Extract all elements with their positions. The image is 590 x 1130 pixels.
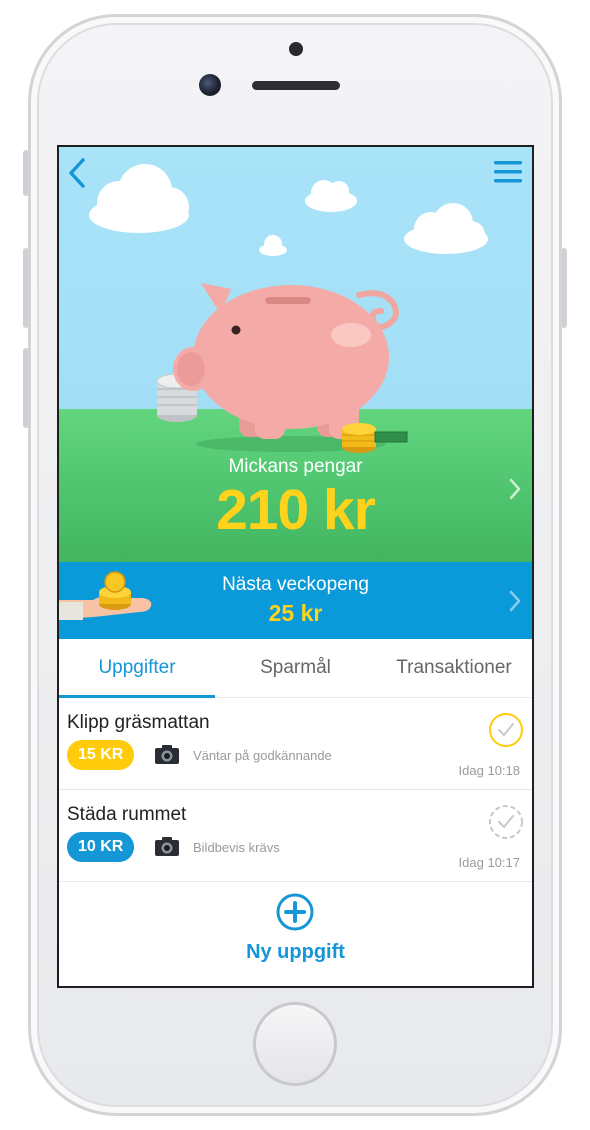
tab-uppgifter[interactable]: Uppgifter — [59, 639, 215, 698]
chevron-right-icon[interactable] — [507, 477, 523, 501]
allowance-title: Nästa veckopeng — [222, 574, 369, 595]
tab-transaktioner[interactable]: Transaktioner — [376, 639, 532, 698]
front-camera — [199, 74, 221, 96]
task-timestamp: Idag 10:17 — [458, 855, 520, 870]
plus-circle-icon[interactable] — [275, 892, 315, 932]
task-status: Bildbevis krävs — [193, 840, 280, 855]
account-owner-label: Mickans pengar — [228, 456, 363, 477]
task-name: Klipp gräsmattan — [67, 712, 210, 733]
balance-amount: 210 kr — [216, 478, 376, 542]
chevron-right-icon — [509, 590, 521, 612]
checkmark-circle-icon[interactable] — [488, 804, 524, 840]
camera-icon — [155, 745, 179, 764]
new-task-button[interactable]: Ny uppgift — [59, 941, 532, 964]
camera-icon — [155, 837, 179, 856]
list-item[interactable]: Städa rummet 10 KR Bildbevis krävs Idag … — [59, 790, 532, 882]
allowance-amount: 25 kr — [268, 600, 323, 626]
checkmark-circle-icon[interactable] — [488, 712, 524, 748]
hand-with-coins-icon — [59, 571, 152, 620]
hamburger-menu-icon[interactable] — [493, 159, 523, 185]
back-arrow-icon[interactable] — [65, 155, 93, 191]
home-button[interactable] — [253, 1002, 337, 1086]
reward-badge: 15 KR — [67, 740, 135, 770]
task-name: Städa rummet — [67, 804, 187, 825]
task-timestamp: Idag 10:18 — [458, 763, 520, 778]
list-item[interactable]: Klipp gräsmattan 15 KR Väntar på godkänn… — [59, 698, 532, 790]
next-allowance-banner[interactable]: Nästa veckopeng 25 kr — [59, 562, 532, 639]
task-list: Klipp gräsmattan 15 KR Väntar på godkänn… — [59, 698, 532, 882]
reward-badge: 10 KR — [67, 832, 135, 862]
app-screen: Mickans pengar 210 kr Nästa veckopeng 25… — [57, 145, 534, 988]
phone-speaker — [252, 81, 340, 90]
savings-hero[interactable]: Mickans pengar 210 kr — [59, 147, 532, 562]
tab-sparmal[interactable]: Sparmål — [215, 639, 376, 698]
tab-bar: Uppgifter Sparmål Transaktioner — [59, 639, 532, 698]
new-task-section: Ny uppgift — [59, 883, 532, 986]
task-status: Väntar på godkännande — [193, 748, 332, 763]
phone-sensor — [289, 42, 303, 56]
